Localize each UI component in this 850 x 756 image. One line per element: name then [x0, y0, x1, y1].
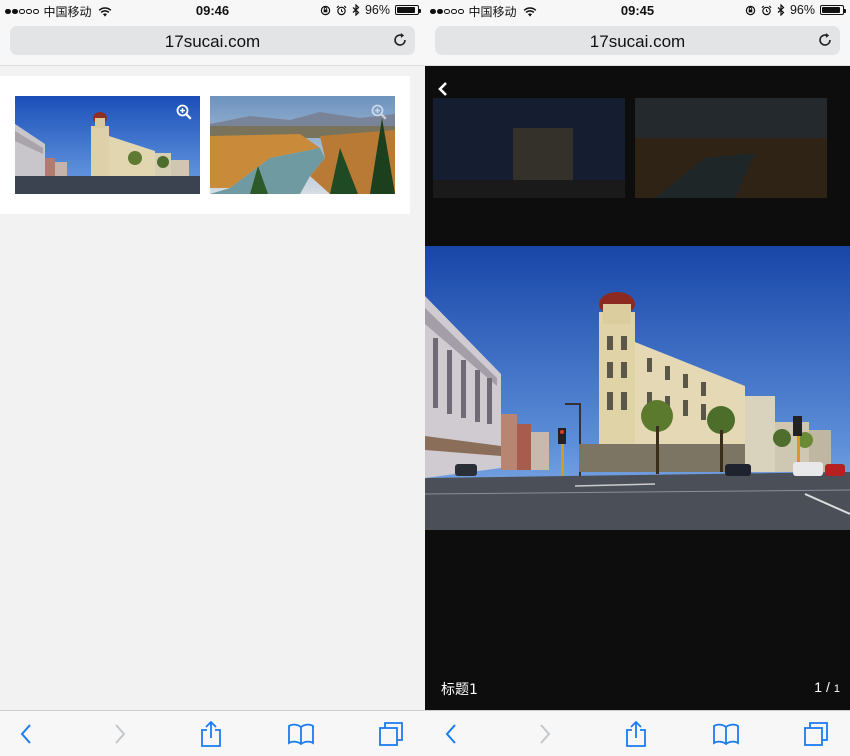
forward-button[interactable] — [106, 720, 134, 748]
reload-icon[interactable] — [391, 31, 409, 49]
url-text: 17sucai.com — [164, 32, 261, 51]
forward-icon — [115, 724, 126, 744]
left-phone-screen: 中国移动 09:46 96% 17sucai.com — [0, 0, 425, 756]
counter-total: 1 — [833, 683, 840, 695]
alarm-icon — [336, 4, 347, 15]
right-phone-screen: 中国移动 09:45 96% 17sucai.com 标题1 1 / 1 — [425, 0, 850, 756]
battery-percent: 96% — [364, 3, 390, 17]
bookmarks-button[interactable] — [287, 720, 315, 748]
gallery-thumbnail-river[interactable] — [210, 96, 395, 194]
status-bar: 中国移动 09:46 96% — [0, 0, 425, 22]
url-field[interactable]: 17sucai.com — [435, 26, 840, 55]
address-bar: 17sucai.com — [425, 22, 850, 66]
forward-button[interactable] — [531, 720, 559, 748]
orientation-lock-icon — [745, 5, 756, 15]
status-bar: 中国移动 09:45 96% — [425, 0, 850, 22]
battery-icon — [820, 5, 846, 15]
safari-toolbar — [425, 710, 850, 756]
forward-icon — [540, 724, 551, 744]
battery-percent: 96% — [789, 3, 815, 17]
tabs-button[interactable] — [377, 720, 405, 748]
url-field[interactable]: 17sucai.com — [10, 26, 415, 55]
alarm-icon — [761, 4, 772, 15]
tabs-icon — [804, 722, 828, 746]
share-icon — [201, 720, 221, 747]
share-button[interactable] — [622, 720, 650, 748]
bluetooth-icon — [777, 4, 785, 16]
gallery-container — [0, 76, 410, 214]
back-button[interactable] — [437, 720, 465, 748]
url-text: 17sucai.com — [589, 32, 686, 51]
lightbox-back-icon[interactable] — [433, 78, 455, 100]
tabs-button[interactable] — [802, 720, 830, 748]
dimmed-thumbnail — [433, 98, 625, 198]
zoom-in-icon — [371, 104, 387, 120]
bookmarks-icon — [713, 723, 739, 745]
back-button[interactable] — [12, 720, 40, 748]
zoom-in-icon — [176, 104, 192, 120]
image-caption: 标题1 — [441, 682, 478, 698]
reload-icon[interactable] — [816, 31, 834, 49]
counter-separator: / — [825, 679, 830, 695]
tabs-icon — [379, 722, 403, 746]
safari-toolbar — [0, 710, 425, 756]
back-icon — [20, 724, 31, 744]
share-icon — [626, 720, 646, 747]
bookmarks-button[interactable] — [712, 720, 740, 748]
orientation-lock-icon — [320, 5, 331, 15]
address-bar: 17sucai.com — [0, 22, 425, 66]
back-icon — [445, 724, 456, 744]
battery-icon — [395, 5, 421, 15]
dimmed-thumbnail — [635, 98, 827, 198]
image-counter: 1/1 — [814, 679, 840, 695]
counter-current: 1 — [814, 679, 822, 695]
lightbox-image[interactable] — [425, 246, 850, 530]
share-button[interactable] — [197, 720, 225, 748]
bluetooth-icon — [352, 4, 360, 16]
bookmarks-icon — [288, 723, 314, 745]
gallery-thumbnail-city[interactable] — [15, 96, 200, 194]
